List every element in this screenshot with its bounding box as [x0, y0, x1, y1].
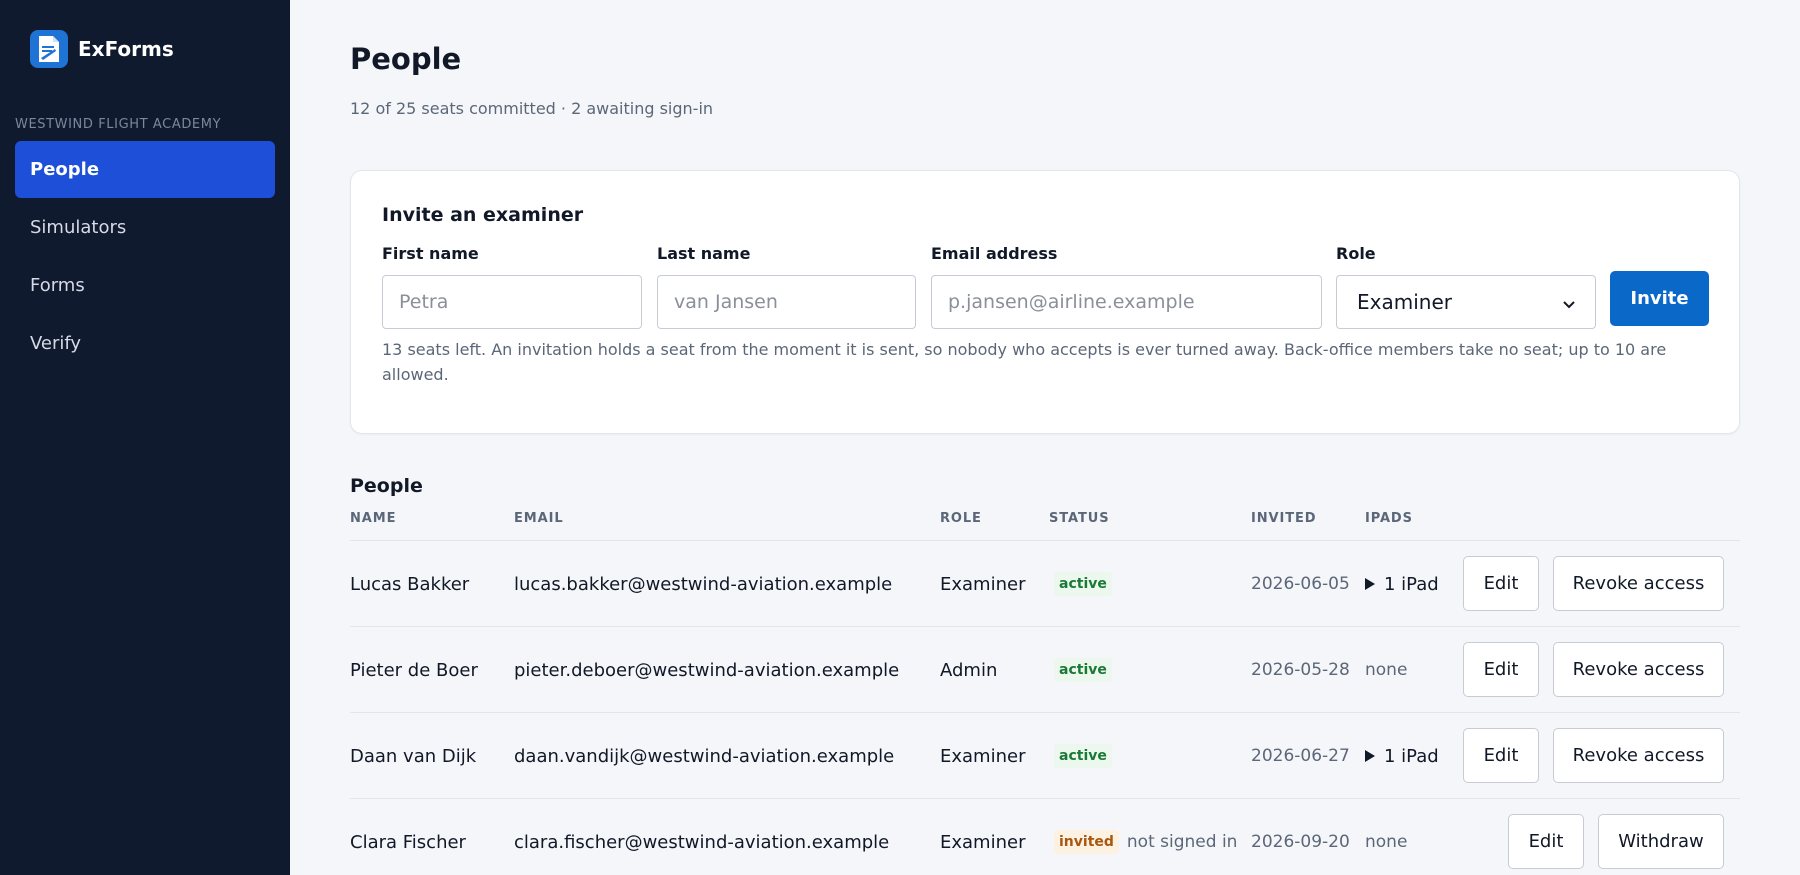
table-row: Clara Fischer clara.fischer@westwind-avi… — [350, 799, 1740, 875]
table-row: Daan van Dijk daan.vandijk@westwind-avia… — [350, 713, 1740, 799]
email-label: Email address — [931, 244, 1058, 263]
status-cell: active — [1054, 627, 1112, 713]
last-name-label: Last name — [657, 244, 751, 263]
first-name-label: First name — [382, 244, 479, 263]
person-role: Admin — [940, 659, 998, 681]
org-label: WESTWIND FLIGHT ACADEMY — [15, 117, 222, 132]
edit-button[interactable]: Edit — [1463, 728, 1539, 783]
person-name: Lucas Bakker — [350, 573, 470, 595]
role-field-group: Role Examiner — [1336, 245, 1596, 329]
edit-button[interactable]: Edit — [1463, 642, 1539, 697]
status-badge: invited — [1054, 830, 1119, 854]
status-cell: active — [1054, 713, 1112, 799]
invited-date: 2026-06-27 — [1251, 746, 1350, 766]
sidebar-item-verify[interactable]: Verify — [15, 315, 275, 372]
invite-button[interactable]: Invite — [1610, 271, 1709, 326]
first-name-input[interactable] — [382, 275, 642, 329]
column-header-name[interactable]: NAME — [350, 511, 396, 526]
last-name-input[interactable] — [657, 275, 916, 329]
form-document-icon — [30, 30, 68, 68]
person-email: daan.vandijk@westwind-aviation.example — [514, 745, 895, 767]
column-header-ipads[interactable]: IPADS — [1365, 511, 1413, 526]
ipads-count: 1 iPad — [1384, 745, 1439, 767]
edit-button[interactable]: Edit — [1508, 814, 1584, 869]
invited-date: 2026-05-28 — [1251, 660, 1350, 680]
withdraw-button[interactable]: Withdraw — [1598, 814, 1724, 869]
invited-date: 2026-06-05 — [1251, 574, 1350, 594]
status-badge: active — [1054, 572, 1112, 596]
triangle-right-icon — [1365, 578, 1375, 590]
revoke-access-button[interactable]: Revoke access — [1553, 642, 1724, 697]
table-row: Lucas Bakker lucas.bakker@westwind-aviat… — [350, 541, 1740, 627]
ipads-count: none — [1365, 832, 1408, 852]
sidebar-item-simulators[interactable]: Simulators — [15, 199, 275, 256]
page-title: People — [350, 42, 462, 76]
column-header-invited[interactable]: INVITED — [1251, 511, 1316, 526]
person-role: Examiner — [940, 831, 1026, 853]
chevron-down-icon — [1563, 290, 1575, 314]
person-name: Pieter de Boer — [350, 659, 478, 681]
revoke-access-button[interactable]: Revoke access — [1553, 728, 1724, 783]
revoke-access-button[interactable]: Revoke access — [1553, 556, 1724, 611]
ipads-toggle[interactable]: 1 iPad — [1365, 541, 1439, 627]
status-cell: active — [1054, 541, 1112, 627]
role-select[interactable]: Examiner — [1336, 275, 1596, 329]
column-header-role[interactable]: ROLE — [940, 511, 982, 526]
status-badge: active — [1054, 658, 1112, 682]
ipads-toggle[interactable]: 1 iPad — [1365, 713, 1439, 799]
column-header-status[interactable]: STATUS — [1049, 511, 1109, 526]
sidebar-item-forms[interactable]: Forms — [15, 257, 275, 314]
person-email: clara.fischer@westwind-aviation.example — [514, 831, 890, 853]
invite-card: Invite an examiner First name Last name … — [350, 170, 1740, 434]
edit-button[interactable]: Edit — [1463, 556, 1539, 611]
status-cell: invited not signed in — [1054, 799, 1237, 875]
people-section-title: People — [350, 475, 423, 497]
ipads-count: 1 iPad — [1384, 573, 1439, 595]
seat-policy-note: 13 seats left. An invitation holds a sea… — [382, 340, 1667, 384]
seat-summary: 12 of 25 seats committed · 2 awaiting si… — [350, 99, 714, 118]
column-header-email[interactable]: EMAIL — [514, 511, 564, 526]
person-email: pieter.deboer@westwind-aviation.example — [514, 659, 900, 681]
email-input[interactable] — [931, 275, 1322, 329]
person-email: lucas.bakker@westwind-aviation.example — [514, 573, 893, 595]
role-label: Role — [1336, 244, 1376, 263]
person-role: Examiner — [940, 745, 1026, 767]
triangle-right-icon — [1365, 750, 1375, 762]
invited-date: 2026-09-20 — [1251, 832, 1350, 852]
table-row: Pieter de Boer pieter.deboer@westwind-av… — [350, 627, 1740, 713]
person-role: Examiner — [940, 573, 1026, 595]
last-name-field-group: Last name — [657, 245, 916, 329]
status-badge: active — [1054, 744, 1112, 768]
role-select-value: Examiner — [1357, 290, 1452, 314]
app-name: ExForms — [78, 37, 174, 61]
invite-title: Invite an examiner — [382, 204, 584, 226]
ipads-count: none — [1365, 660, 1408, 680]
sidebar-nav: People Simulators Forms Verify — [15, 141, 275, 373]
status-note: not signed in — [1126, 832, 1238, 852]
first-name-field-group: First name — [382, 245, 642, 329]
sidebar-item-people[interactable]: People — [15, 141, 275, 198]
person-name: Daan van Dijk — [350, 745, 477, 767]
person-name: Clara Fischer — [350, 831, 466, 853]
email-field-group: Email address — [931, 245, 1322, 329]
sidebar: ExForms WESTWIND FLIGHT ACADEMY People S… — [0, 0, 290, 875]
brand[interactable]: ExForms — [30, 30, 174, 68]
